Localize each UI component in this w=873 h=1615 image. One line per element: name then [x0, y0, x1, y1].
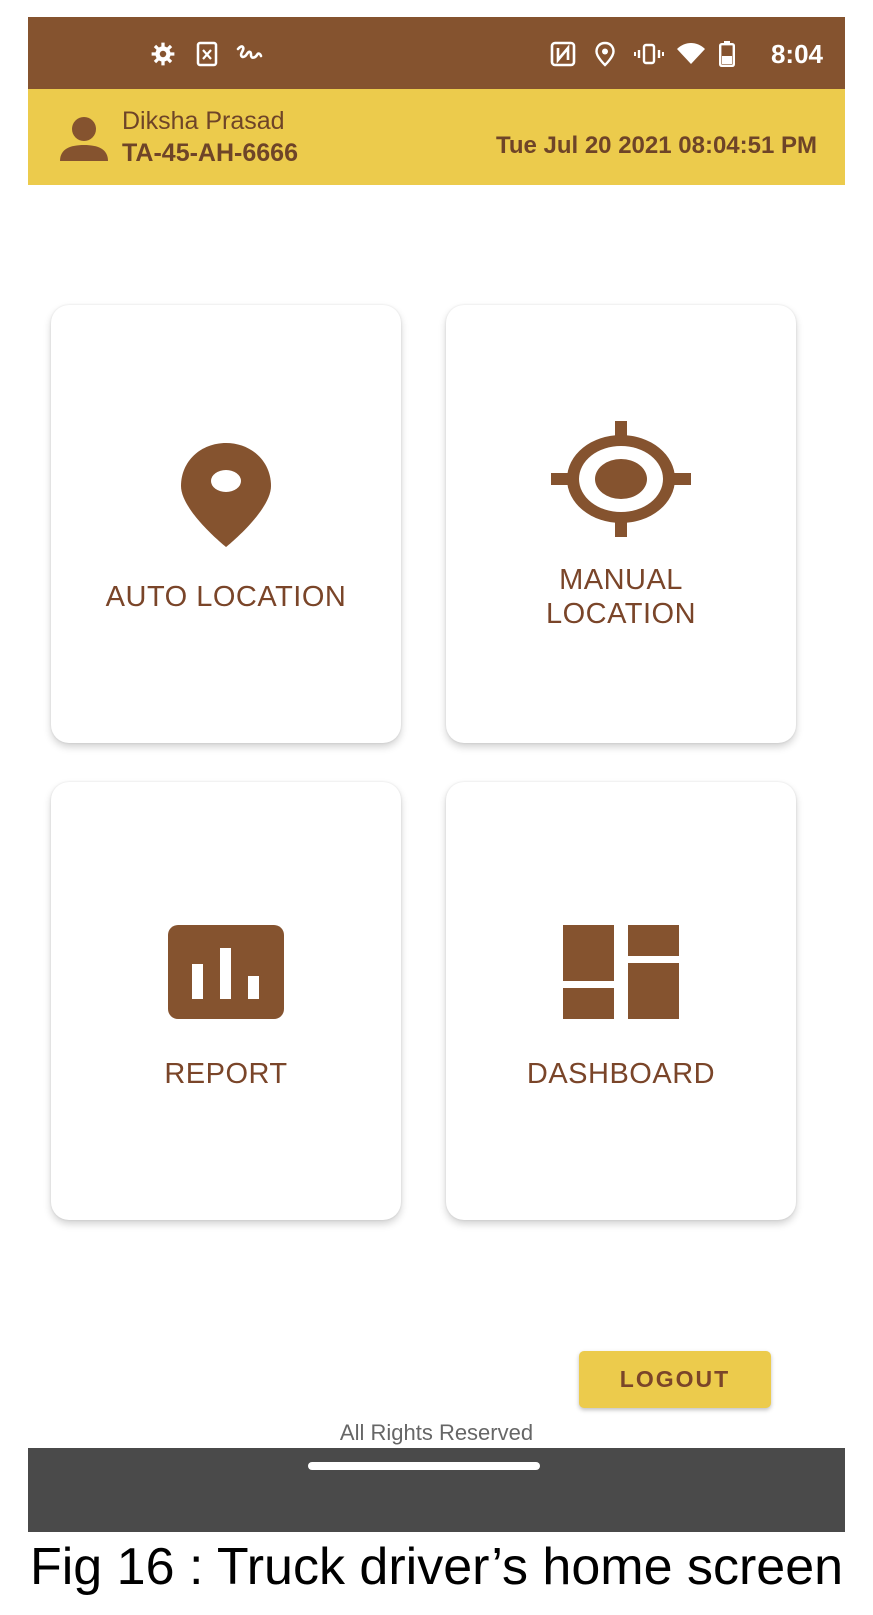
navigation-bar — [28, 1448, 845, 1532]
phone-screen: 8:04 Diksha Prasad TA-45-AH-6666 Tue Jul… — [28, 17, 845, 1532]
settings-icon — [148, 39, 178, 69]
location-pin-icon — [51, 441, 401, 549]
vehicle-id: TA-45-AH-6666 — [122, 139, 298, 167]
crosshair-icon — [446, 419, 796, 539]
dashboard-label: DASHBOARD — [526, 1058, 716, 1090]
wifi-icon — [676, 39, 706, 69]
vibrate-icon — [634, 39, 664, 69]
dashboard-icon — [446, 924, 796, 1020]
user-name: Diksha Prasad — [122, 107, 285, 135]
home-gesture-handle[interactable] — [308, 1462, 540, 1470]
bar-chart-icon — [51, 924, 401, 1020]
battery-icon — [712, 39, 742, 69]
status-bar: 8:04 — [28, 17, 845, 89]
nfc-icon — [548, 39, 578, 69]
figure-caption: Fig 16 : Truck driver’s home screen — [29, 1538, 844, 1596]
status-time: 8:04 — [770, 39, 823, 69]
sim-card-icon — [192, 39, 222, 69]
auto-location-label: AUTO LOCATION — [105, 581, 347, 613]
report-card[interactable]: REPORT — [51, 782, 401, 1220]
manual-location-label-line2: LOCATION — [545, 598, 697, 630]
auto-location-card[interactable]: AUTO LOCATION — [51, 305, 401, 743]
manual-location-card[interactable]: MANUAL LOCATION — [446, 305, 796, 743]
current-datetime: Tue Jul 20 2021 08:04:51 PM — [495, 132, 817, 159]
user-avatar-icon — [58, 115, 114, 163]
signature-icon — [234, 39, 264, 69]
manual-location-label-line1: MANUAL — [559, 564, 683, 596]
location-icon — [590, 39, 620, 69]
app-header: Diksha Prasad TA-45-AH-6666 Tue Jul 20 2… — [28, 89, 845, 185]
dashboard-card[interactable]: DASHBOARD — [446, 782, 796, 1220]
report-label: REPORT — [164, 1058, 288, 1090]
footer-rights: All Rights Reserved — [339, 1420, 534, 1445]
logout-button[interactable]: LOGOUT — [579, 1351, 771, 1408]
